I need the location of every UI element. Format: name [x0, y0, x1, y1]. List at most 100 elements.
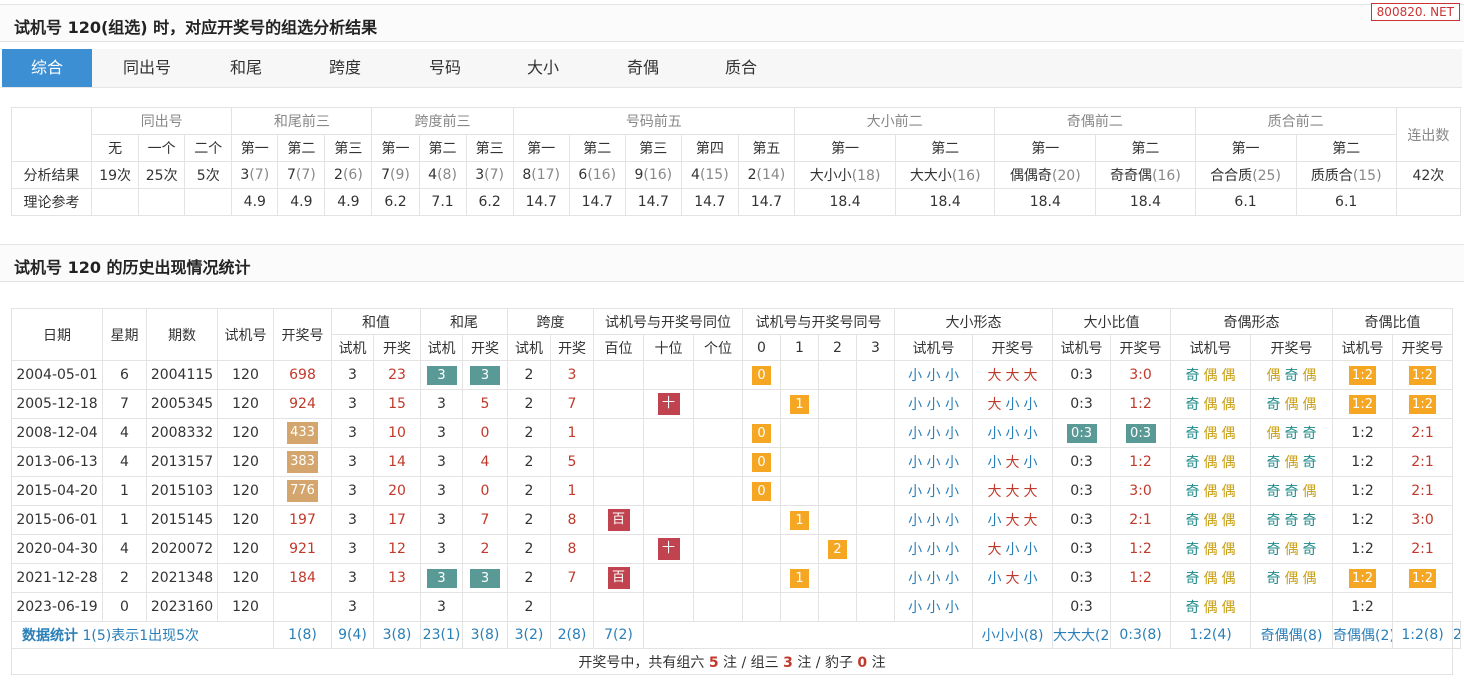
same-number-cell	[856, 563, 896, 593]
sum-test-value: 3	[348, 599, 357, 615]
span-draw-value: 5	[567, 454, 577, 470]
result-count: (14)	[756, 167, 786, 183]
same-position-cell	[692, 360, 744, 390]
oe-form-draw-cell: 奇偶偶	[1250, 389, 1334, 419]
stats-value: 2(8)	[557, 627, 587, 643]
oe-form-test-cell: 奇偶偶	[1170, 534, 1252, 564]
bs-ratio-draw-cell: 0:3	[1110, 418, 1172, 448]
tail-test-value: 3	[437, 425, 446, 441]
same-number-cell	[856, 592, 896, 622]
oe-form-char: 偶	[1284, 455, 1299, 471]
stats-value: 小小小(8)	[981, 628, 1044, 644]
summary-subheader: 第一	[1194, 134, 1297, 162]
summary-result: 2(14)	[737, 161, 796, 189]
weekday-cell: 0	[102, 592, 147, 622]
tab-same-number[interactable]: 同出号	[102, 49, 192, 87]
result-count: (25)	[1252, 168, 1281, 184]
triple-count: 0	[857, 654, 868, 671]
section-title-history: 试机号 120 的历史出现情况统计	[0, 244, 1464, 282]
sum-draw-cell: 23	[373, 360, 421, 390]
summary-subheader: 第二	[895, 134, 996, 162]
sub-draw: 开奖号	[1110, 334, 1172, 361]
issue-cell: 2005345	[146, 389, 218, 419]
draw-number-value: 921	[289, 541, 316, 557]
same-number-cell	[780, 447, 820, 477]
same-number-cell	[818, 418, 858, 448]
stats-value-cell: 小小小(8)	[972, 621, 1054, 649]
weekday-cell: 6	[102, 360, 147, 390]
stats-value: 2:1(4)	[1454, 627, 1460, 643]
sum-draw-cell: 13	[373, 563, 421, 593]
stats-empty-cell	[642, 621, 974, 649]
tail-test-value: 3	[426, 365, 457, 385]
sum-draw-cell: 12	[373, 534, 421, 564]
tab-overall[interactable]: 综合	[2, 49, 92, 87]
same-position-cell	[593, 360, 644, 390]
oe-ratio-draw-value: 2:1	[1411, 483, 1434, 499]
result-count: (16)	[587, 167, 617, 183]
stats-value: 7(2)	[604, 627, 633, 643]
stats-value: 大大大(2)	[1053, 628, 1111, 644]
summary-result: 合合质(25)	[1194, 161, 1297, 189]
span-draw-cell: 7	[550, 563, 594, 593]
span-test-cell: 2	[507, 447, 551, 477]
date-cell: 2013-06-13	[11, 447, 103, 477]
sum-draw-cell: 20	[373, 476, 421, 506]
sum-draw-value: 20	[388, 483, 406, 499]
test-number-value: 120	[232, 367, 259, 383]
sum-draw-value: 23	[388, 367, 406, 383]
tail-test-cell: 3	[420, 563, 463, 593]
footer-text: 注	[867, 654, 886, 671]
summary-reference: 4.9	[231, 188, 279, 216]
sub-test-no: 试机号	[1170, 334, 1252, 361]
bs-form-draw-value: 大大大	[986, 484, 1040, 500]
same-position-cell: 十	[643, 534, 694, 564]
bs-ratio-draw-cell: 1:2	[1110, 563, 1172, 593]
span-test-cell: 2	[507, 360, 551, 390]
date-value: 2023-06-19	[16, 599, 98, 615]
tail-test-value: 3	[437, 599, 446, 615]
weekday-value: 1	[120, 512, 129, 528]
tab-span[interactable]: 跨度	[300, 49, 390, 87]
result-value: 质质合	[1310, 168, 1353, 184]
bs-form-char: 大	[1023, 484, 1038, 500]
draw-number-cell: 197	[273, 505, 332, 535]
oe-form-char: 奇	[1302, 426, 1317, 442]
tab-odd-even[interactable]: 奇偶	[598, 49, 688, 87]
stats-value: 1:2(4)	[1189, 627, 1232, 643]
col-span: 跨度	[507, 308, 594, 335]
same-number-cell	[780, 418, 820, 448]
span-draw-value: 8	[567, 541, 577, 557]
draw-number-cell: 184	[273, 563, 332, 593]
tail-test-value: 3	[437, 541, 446, 557]
tab-numbers[interactable]: 号码	[400, 49, 490, 87]
bs-form-draw-cell: 大大大	[972, 476, 1054, 506]
oe-form-test-cell: 奇偶偶	[1170, 447, 1252, 477]
oe-form-char: 奇	[1185, 571, 1200, 587]
result-value: 4	[428, 167, 438, 183]
span-draw-value: 1	[567, 483, 577, 499]
tab-big-small[interactable]: 大小	[500, 49, 586, 87]
tab-prime-composite[interactable]: 质合	[696, 49, 786, 87]
sum-test-value: 3	[348, 367, 357, 383]
tail-draw-cell: 3	[462, 360, 508, 390]
same-number-marker: 1	[790, 568, 810, 588]
issue-value: 2015145	[150, 512, 214, 528]
bs-ratio-test-value: 0:3	[1070, 396, 1093, 412]
same-number-cell: 0	[742, 418, 782, 448]
sub-draw-no: 开奖号	[972, 334, 1054, 361]
summary-reference	[138, 188, 186, 216]
stats-value-cell: 2(8)	[550, 621, 594, 649]
oe-form-char: 奇	[1185, 397, 1200, 413]
col-odd-even-ratio: 奇偶比值	[1332, 308, 1454, 335]
tab-sum-tail[interactable]: 和尾	[202, 49, 290, 87]
bs-form-char: 小	[1023, 426, 1038, 442]
sub-count-2: 2	[818, 334, 858, 361]
span-draw-value: 1	[567, 425, 577, 441]
tail-draw-cell	[462, 592, 508, 622]
issue-cell: 2023160	[146, 592, 218, 622]
sum-draw-value: 14	[388, 454, 406, 470]
summary-reference: 6.2	[371, 188, 420, 216]
weekday-cell: 1	[102, 476, 147, 506]
stats-value-cell: 7(2)	[593, 621, 644, 649]
